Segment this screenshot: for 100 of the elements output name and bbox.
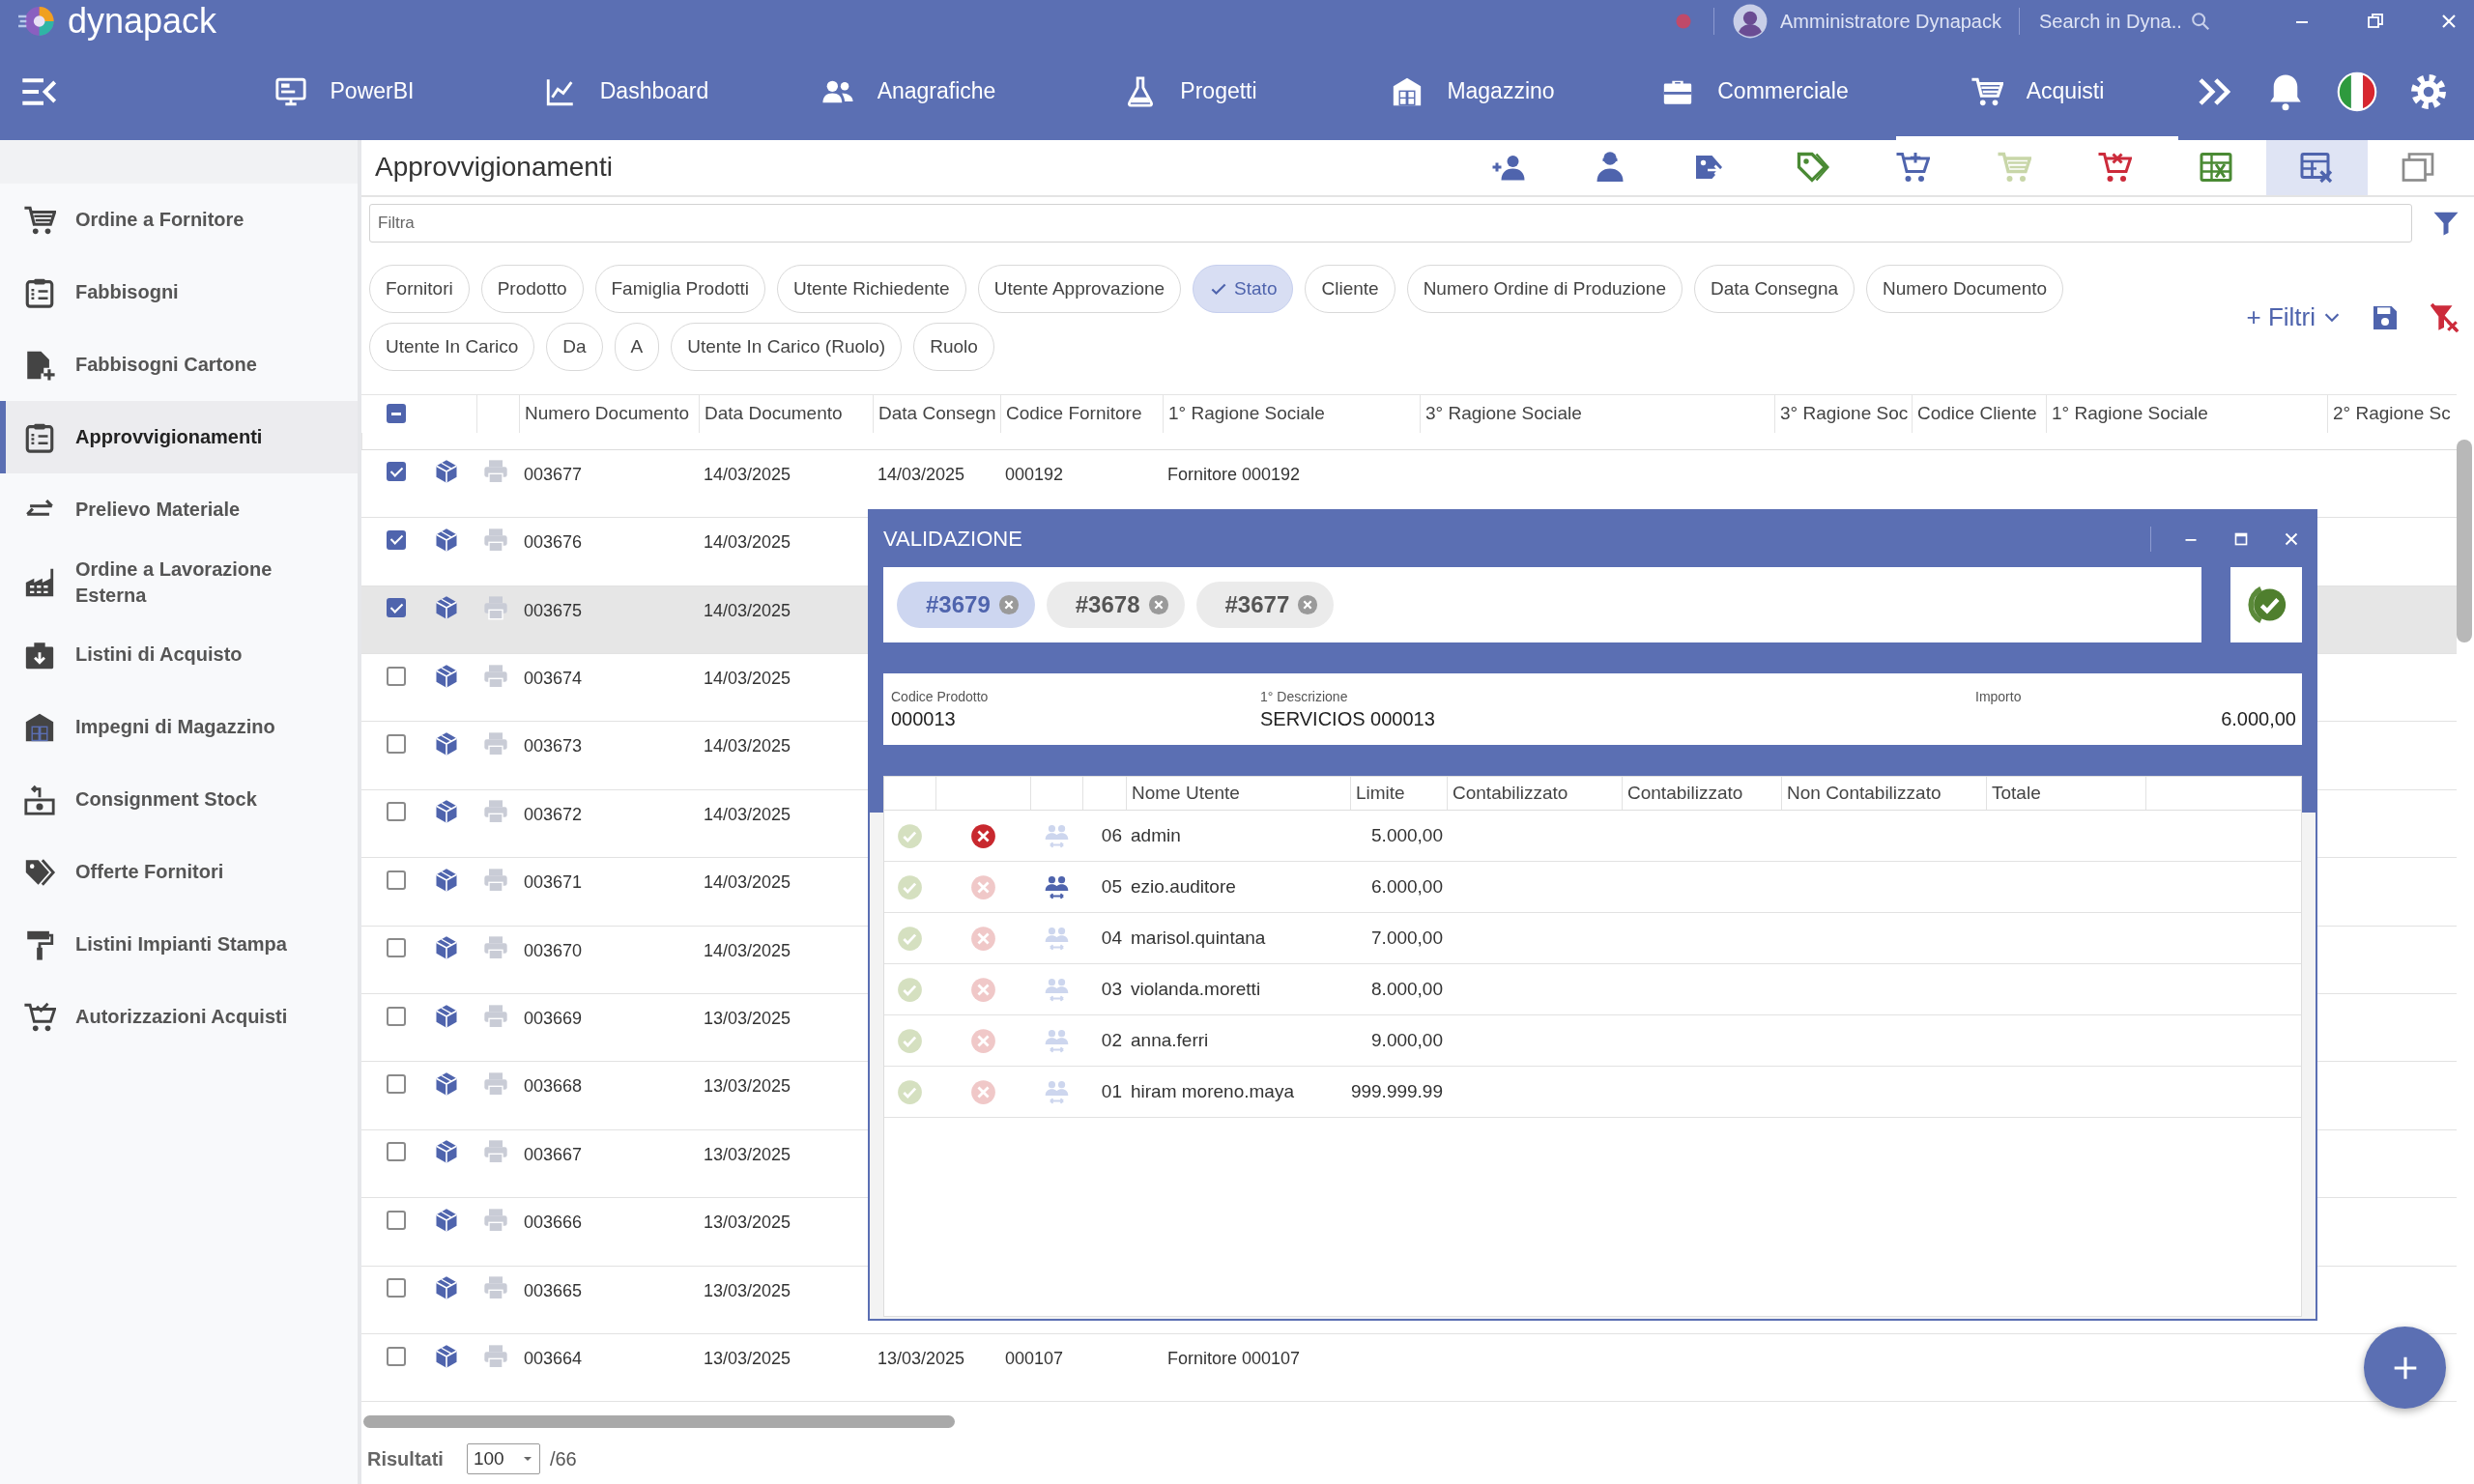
row-checkbox[interactable]	[387, 734, 406, 755]
document-tag[interactable]: #3678	[1046, 582, 1185, 628]
document-tag[interactable]: #3679	[897, 582, 1035, 628]
column-header[interactable]: 1° Ragione Sociale	[1163, 394, 1420, 433]
column-header[interactable]: Contabilizzato	[1622, 777, 1781, 810]
row-checkbox[interactable]	[387, 802, 406, 822]
filter-chip[interactable]: Da	[546, 322, 603, 371]
sidebar-item[interactable]: Approvvigionamenti	[0, 401, 358, 473]
table-cell: 13/03/2025	[704, 1280, 791, 1301]
table-cell: 14/03/2025	[704, 600, 791, 621]
filter-chip[interactable]: Fornitori	[369, 264, 470, 313]
cube-icon[interactable]	[433, 1274, 460, 1302]
cube-icon[interactable]	[433, 458, 460, 486]
page-size-select[interactable]: 100	[466, 1443, 540, 1474]
column-header[interactable]: Contabilizzato	[1447, 777, 1622, 810]
sidebar-item[interactable]: Ordine a Fornitore	[0, 184, 358, 256]
row-checkbox[interactable]	[387, 598, 406, 618]
cube-icon[interactable]	[433, 730, 460, 758]
column-header[interactable]: Non Contabilizzato	[1781, 777, 1986, 810]
users-swap-icon[interactable]	[1043, 873, 1070, 900]
filter-chip[interactable]: Numero Documento	[1866, 264, 2064, 313]
scrollbar-thumb[interactable]	[2457, 440, 2472, 642]
column-header[interactable]: Limite	[1350, 777, 1447, 810]
field-value: 000013	[891, 707, 957, 730]
nav-tab[interactable]: PowerBI	[203, 43, 485, 140]
more-filters-button[interactable]: + Filtri	[2246, 302, 2343, 333]
filter-chip[interactable]: Cliente	[1305, 264, 1395, 313]
filter-chip[interactable]: Utente Richiedente	[777, 264, 966, 313]
remove-icon[interactable]	[997, 594, 1020, 615]
column-header[interactable]: Nome Utente	[1126, 777, 1350, 810]
cube-icon[interactable]	[433, 1138, 460, 1166]
column-header[interactable]: Data Documento	[699, 394, 873, 433]
sidebar-item[interactable]: Fabbisogni	[0, 256, 358, 328]
filter-chip[interactable]: Utente In Carico	[369, 322, 535, 371]
column-header[interactable]: 3° Ragione Sociale	[1420, 394, 1774, 433]
table-cell: 000107	[1005, 1348, 1064, 1369]
column-header[interactable]: Codice Cliente	[1912, 394, 2046, 433]
sidebar-item[interactable]: Prelievo Materiale	[0, 473, 358, 546]
tags-field[interactable]: #3679 #3678 #3677	[883, 567, 2201, 642]
sidebar-item[interactable]: Listini di Acquisto	[0, 618, 358, 691]
filter-clear-icon	[2428, 300, 2460, 334]
add-button[interactable]	[2364, 1327, 2446, 1409]
nav-tab[interactable]: Dashboard	[485, 43, 767, 140]
sidebar-item[interactable]: Offerte Fornitori	[0, 836, 358, 908]
clear-filters-button[interactable]	[2428, 300, 2460, 334]
table-cell: 14/03/2025	[704, 464, 791, 485]
filter-chip[interactable]: Famiglia Prodotti	[594, 264, 766, 313]
filter-chip[interactable]: Utente Approvazione	[977, 264, 1182, 313]
search-field[interactable]: Search in Dyna..	[2037, 9, 2240, 34]
column-header[interactable]: Numero Documento	[519, 394, 699, 433]
row-checkbox[interactable]	[387, 529, 406, 550]
table-cell: 06	[1101, 825, 1122, 846]
row-checkbox[interactable]	[387, 870, 406, 890]
select-all-checkbox[interactable]	[387, 404, 406, 424]
filter-chip[interactable]: Ruolo	[913, 322, 994, 371]
filter-chip[interactable]: Numero Ordine di Produzione	[1406, 264, 1683, 313]
nav-tab[interactable]: Commerciale	[1614, 43, 1896, 140]
confirm-button[interactable]	[2230, 567, 2302, 642]
row-checkbox[interactable]	[387, 1074, 406, 1094]
row-checkbox[interactable]	[387, 938, 406, 958]
filter-chip[interactable]: A	[614, 322, 660, 371]
remove-icon[interactable]	[1297, 594, 1319, 615]
filter-chip[interactable]: Utente In Carico (Ruolo)	[671, 322, 903, 371]
nav-tab[interactable]: Anagrafiche	[767, 43, 1050, 140]
row-checkbox[interactable]	[387, 1346, 406, 1366]
nav-tab[interactable]: Magazzino	[1332, 43, 1614, 140]
scrollbar-thumb[interactable]	[363, 1415, 955, 1429]
sidebar-item[interactable]: Impegni di Magazzino	[0, 691, 358, 763]
sidebar-item[interactable]: Autorizzazioni Acquisti	[0, 981, 358, 1053]
table-cell: 13/03/2025	[704, 1213, 791, 1234]
sidebar-item[interactable]: Consignment Stock	[0, 763, 358, 836]
column-header[interactable]: 1° Ragione Sociale	[2046, 394, 2327, 433]
sidebar-item[interactable]: Ordine a Lavorazione Esterna	[0, 546, 358, 618]
column-header[interactable]: Data Consegn	[873, 394, 1000, 433]
column-header[interactable]: Codice Fornitore	[1000, 394, 1163, 433]
cube-icon[interactable]	[433, 594, 460, 622]
remove-icon[interactable]	[1147, 594, 1169, 615]
filter-field[interactable]: Filtra	[369, 203, 2412, 243]
cube-icon[interactable]	[433, 1070, 460, 1098]
row-checkbox[interactable]	[387, 666, 406, 686]
row-checkbox[interactable]	[387, 1142, 406, 1162]
row-checkbox[interactable]	[387, 462, 406, 482]
row-checkbox[interactable]	[387, 1210, 406, 1230]
filter-chip[interactable]: Stato	[1193, 264, 1294, 313]
toolbar-button[interactable]	[2266, 140, 2368, 195]
document-tag[interactable]: #3677	[1195, 582, 1335, 628]
filter-chip[interactable]: Prodotto	[480, 264, 584, 313]
sidebar-item[interactable]: Fabbisogni Cartone	[0, 328, 358, 401]
nav-tab[interactable]: Acquisti	[1896, 43, 2178, 140]
filter-chip[interactable]: Data Consegna	[1694, 264, 1856, 313]
cube-icon[interactable]	[433, 934, 460, 962]
reject-icon[interactable]	[969, 822, 996, 849]
cube-icon[interactable]	[433, 798, 460, 826]
column-header[interactable]: 2° Ragione Sc	[2327, 394, 2457, 433]
row-checkbox[interactable]	[387, 1006, 406, 1026]
column-header[interactable]: 3° Ragione Soc	[1774, 394, 1912, 433]
sidebar-item[interactable]: Listini Impianti Stampa	[0, 908, 358, 981]
nav-tab[interactable]: Progetti	[1050, 43, 1332, 140]
row-checkbox[interactable]	[387, 1278, 406, 1298]
column-header[interactable]: Totale	[1986, 777, 2145, 810]
